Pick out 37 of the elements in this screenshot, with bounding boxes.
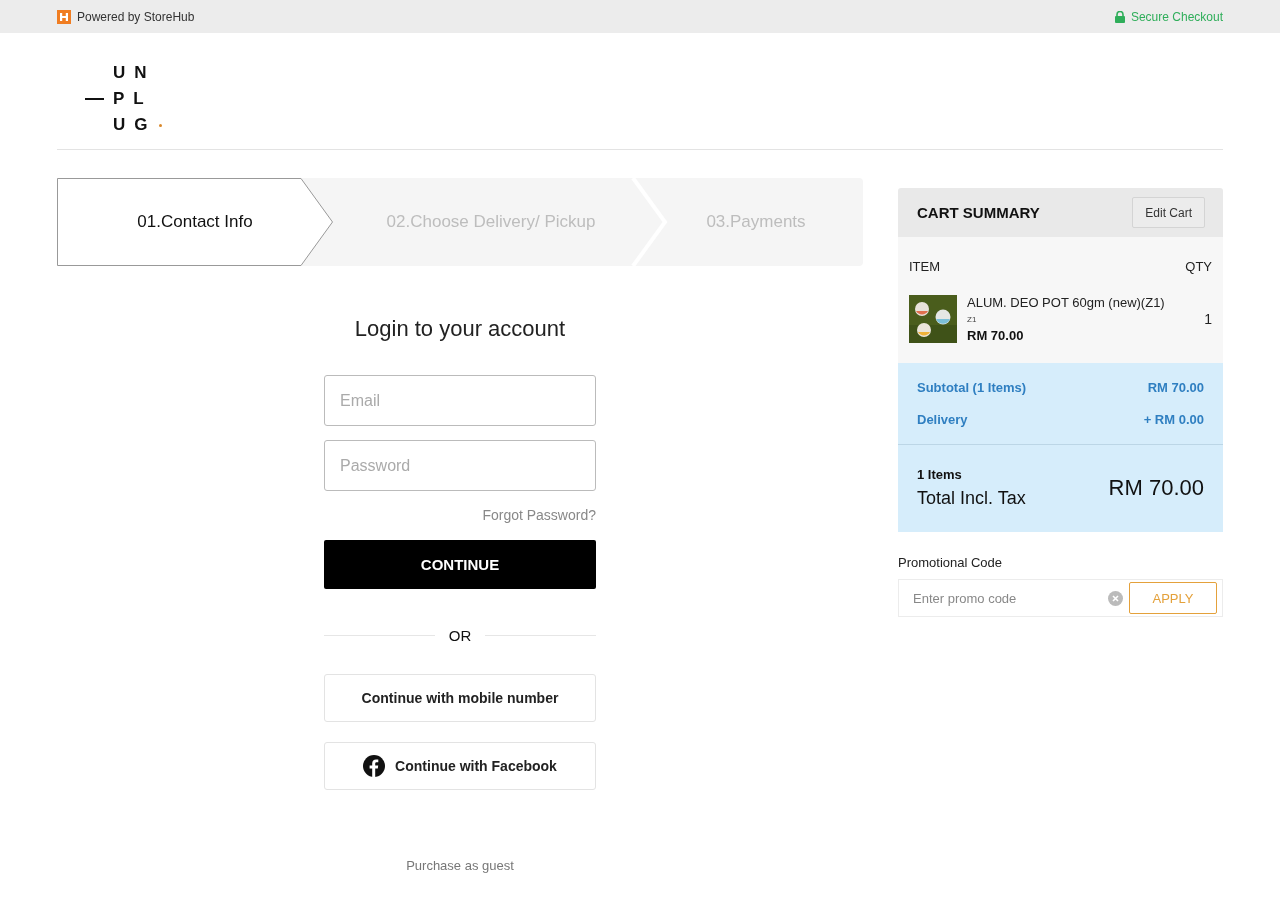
logo-dot-icon — [158, 123, 162, 127]
promo-code-label: Promotional Code — [898, 555, 1004, 570]
storehub-logo-icon — [57, 9, 71, 24]
facebook-button[interactable]: Continue with Facebook — [324, 742, 596, 790]
edit-cart-button[interactable]: Edit Cart — [1132, 197, 1205, 228]
facebook-icon — [363, 755, 386, 777]
subtotal-label: Subtotal (1 Items) — [917, 380, 1027, 395]
logo-text: PL — [113, 89, 153, 109]
guest-link[interactable]: Purchase as guest — [406, 858, 514, 873]
item-variant: Z1 — [967, 315, 978, 324]
powered-by-text: Powered by StoreHub — [77, 9, 195, 24]
delivery-label: Delivery — [917, 412, 968, 427]
total-label: Total Incl. Tax — [917, 488, 1026, 509]
items-count: 1 Items — [917, 467, 963, 482]
or-text: OR — [448, 627, 472, 644]
email-field[interactable]: Email — [324, 375, 596, 426]
column-header: QTY — [1185, 259, 1212, 274]
logo-text: UN — [113, 63, 156, 83]
item-price: RM 70.00 — [967, 328, 1025, 343]
clear-icon[interactable] — [1108, 590, 1123, 606]
password-field[interactable]: Password — [324, 440, 596, 491]
logo-dash-icon — [85, 98, 104, 100]
secure-checkout-text: Secure Checkout — [1130, 9, 1223, 24]
total-value: RM 70.00 — [1108, 475, 1204, 501]
step-tab[interactable]: 01.Contact Info — [57, 178, 333, 266]
item-name: ALUM. DEO POT 60gm (new)(Z1) — [967, 295, 1166, 310]
delivery-value: + RM 0.00 — [1143, 412, 1204, 427]
login-title: Login to your account — [353, 316, 567, 342]
column-header: ITEM — [909, 259, 941, 274]
forgot-password-link[interactable]: Forgot Password? — [482, 507, 596, 523]
item-quantity: 1 — [1204, 311, 1212, 327]
continue-button[interactable]: CONTINUE — [324, 540, 596, 589]
logo-text: UG — [113, 115, 157, 135]
cart-summary-title: CART SUMMARY — [917, 204, 1040, 221]
lock-icon — [1114, 10, 1125, 23]
mobile-number-button[interactable]: Continue with mobile number — [324, 674, 596, 722]
subtotal-value: RM 70.00 — [1147, 380, 1204, 395]
